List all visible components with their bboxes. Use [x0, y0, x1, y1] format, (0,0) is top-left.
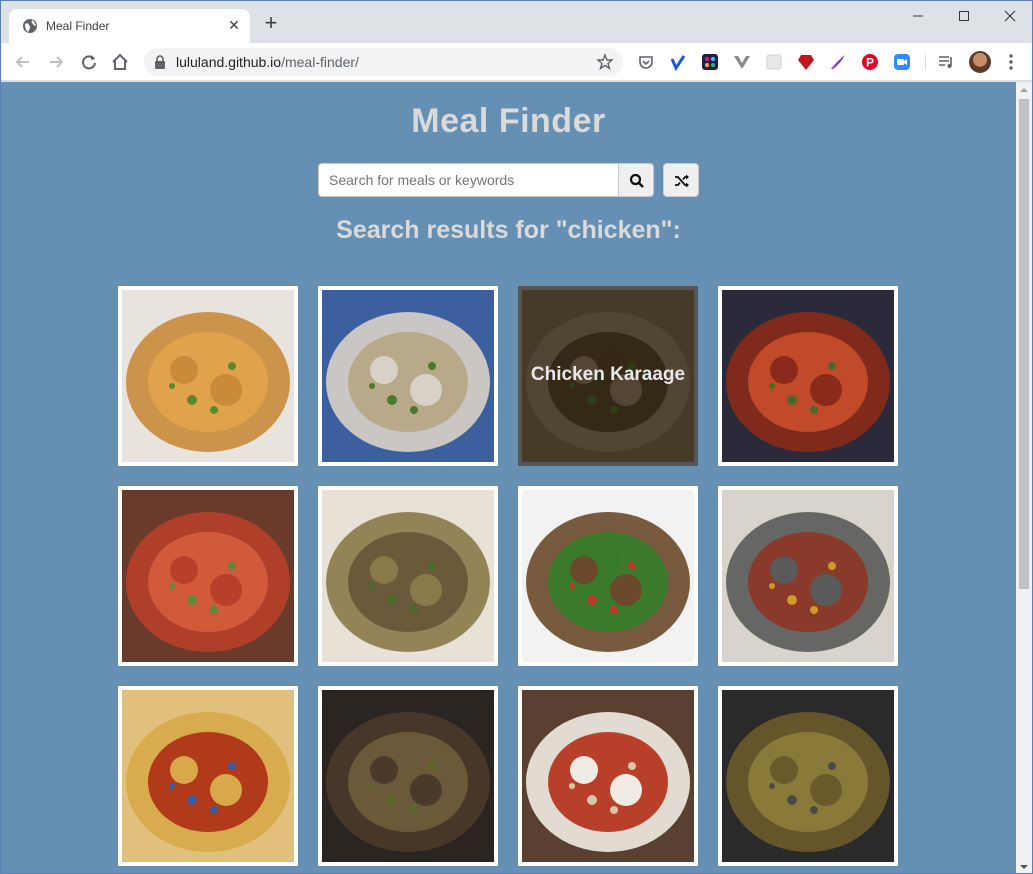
minimize-icon[interactable]: [895, 1, 941, 31]
media-playlist-icon[interactable]: [937, 53, 955, 71]
stirfry-bowl-image: [522, 490, 694, 662]
tab-title: Meal Finder: [46, 19, 110, 33]
maximize-icon[interactable]: [941, 1, 987, 31]
search-button[interactable]: [618, 163, 654, 197]
dutch-oven-image: [722, 690, 894, 862]
meal-card[interactable]: [118, 686, 298, 866]
meal-card[interactable]: [318, 286, 498, 466]
pie-dish-image: [122, 690, 294, 862]
meal-card[interactable]: [318, 686, 498, 866]
skillet-stew-image: [722, 490, 894, 662]
meal-name: Chicken Karaage: [530, 364, 686, 385]
meal-card[interactable]: [118, 486, 298, 666]
pinterest-icon[interactable]: P: [861, 53, 879, 71]
vimeo-extension-icon[interactable]: [669, 53, 687, 71]
address-bar[interactable]: lululand.github.io/meal-finder/: [144, 48, 623, 76]
url-host: lululand.github.io: [176, 54, 282, 70]
lock-icon[interactable]: [154, 55, 166, 69]
tandoori-plate-image: [122, 490, 294, 662]
tab-meal-finder[interactable]: Meal Finder ✕: [9, 9, 250, 43]
page-viewport: Meal Finder Search results for "chicken"…: [1, 82, 1016, 873]
close-window-icon[interactable]: [987, 1, 1033, 31]
scroll-up-arrow-icon[interactable]: [1016, 82, 1032, 98]
search-icon: [629, 173, 644, 188]
blank-extension-icon[interactable]: [765, 53, 783, 71]
search-input[interactable]: [318, 163, 618, 197]
toolbar-divider: [925, 54, 926, 70]
slack-extension-icon[interactable]: [701, 53, 719, 71]
random-meal-button[interactable]: [663, 163, 699, 197]
new-tab-icon[interactable]: +: [260, 12, 282, 35]
casserole-pan-image: [722, 290, 894, 462]
svg-text:P: P: [866, 56, 874, 70]
congee-bowl-image: [322, 290, 494, 462]
shuffle-icon: [675, 174, 689, 188]
braised-bowl-image: [322, 690, 494, 862]
lentil-plate-image: [322, 490, 494, 662]
meal-card[interactable]: [518, 686, 698, 866]
scroll-down-arrow-icon[interactable]: [1016, 859, 1032, 874]
close-tab-icon[interactable]: ✕: [226, 17, 242, 33]
meal-card[interactable]: [718, 286, 898, 466]
bookmark-star-icon[interactable]: [596, 53, 614, 71]
meal-card[interactable]: [318, 486, 498, 666]
zoom-extension-icon[interactable]: [893, 53, 911, 71]
back-icon[interactable]: [12, 51, 34, 73]
profile-avatar[interactable]: [969, 51, 991, 73]
forward-icon[interactable]: [45, 51, 67, 73]
reload-icon[interactable]: [78, 51, 100, 73]
tab-strip: Meal Finder ✕ +: [1, 1, 1032, 43]
pocket-icon[interactable]: [637, 53, 655, 71]
meal-card[interactable]: [718, 686, 898, 866]
browser-window: Meal Finder ✕ + lululand.github.io/meal-…: [0, 0, 1033, 874]
url-text[interactable]: lululand.github.io/meal-finder/: [176, 54, 359, 70]
ruby-extension-icon[interactable]: [797, 53, 815, 71]
vue-devtools-icon[interactable]: [733, 53, 751, 71]
vertical-scrollbar[interactable]: [1016, 82, 1032, 874]
meal-card[interactable]: [118, 286, 298, 466]
browser-toolbar: lululand.github.io/meal-finder/ P: [1, 43, 1032, 81]
home-icon[interactable]: [109, 51, 131, 73]
page-title: Meal Finder: [411, 102, 606, 140]
meal-card[interactable]: [518, 486, 698, 666]
scrollbar-thumb[interactable]: [1019, 99, 1029, 589]
quill-extension-icon[interactable]: [829, 53, 847, 71]
more-menu-icon[interactable]: [1005, 52, 1017, 72]
meal-card[interactable]: [718, 486, 898, 666]
rice-curry-image: [522, 690, 694, 862]
meal-card[interactable]: Chicken Karaage: [518, 286, 698, 466]
results-heading: Search results for "chicken":: [336, 216, 681, 244]
curry-plate-image: [122, 290, 294, 462]
url-path: /meal-finder/: [281, 54, 359, 70]
globe-icon: [23, 19, 37, 33]
